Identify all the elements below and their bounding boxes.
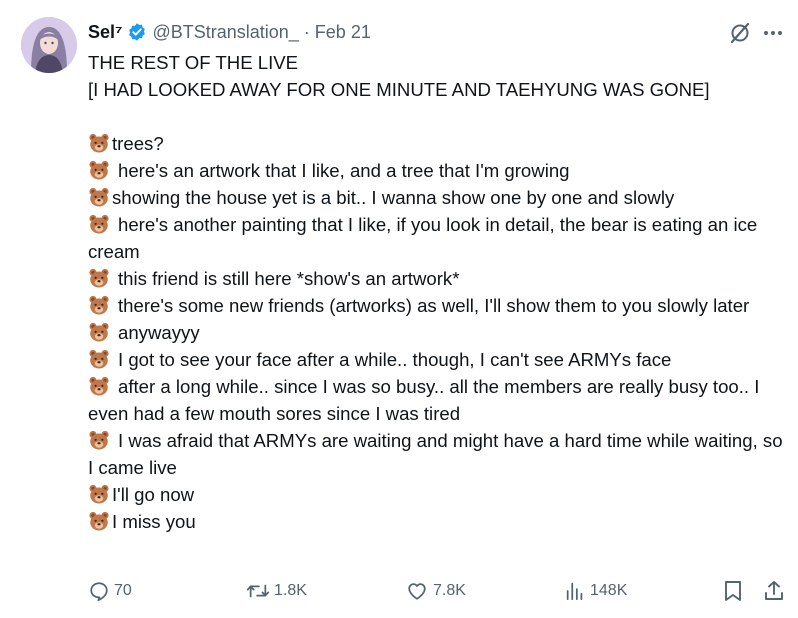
like-icon xyxy=(408,583,426,600)
avatar[interactable] xyxy=(21,17,77,73)
bear-emoji-icon xyxy=(88,510,110,532)
author-handle[interactable]: @BTStranslation_ xyxy=(152,22,298,43)
retweet-count: 1.8K xyxy=(274,582,307,599)
tweet: Sel⁷ @BTStranslation_ · Feb 21 THE REST … xyxy=(0,0,798,618)
share-button[interactable] xyxy=(763,576,789,606)
reply-count: 70 xyxy=(114,582,132,599)
bear-emoji-icon xyxy=(88,429,110,451)
list-item: after a long while.. since I was so busy… xyxy=(88,375,760,424)
bear-emoji-icon xyxy=(88,267,110,289)
tweet-actions: 70 1.8K 7.8K 148K xyxy=(88,576,788,606)
bear-emoji-icon xyxy=(88,348,110,370)
tweet-heading: THE REST OF THE LIVE xyxy=(88,52,299,73)
bookmark-icon xyxy=(725,581,741,601)
list-item: showing the house yet is a bit.. I wanna… xyxy=(88,184,788,211)
list-item: I got to see your face after a while.. t… xyxy=(88,346,788,373)
retweet-button[interactable]: 1.8K xyxy=(246,576,307,606)
bear-emoji-icon xyxy=(88,186,110,208)
list-item: anywayyy xyxy=(88,319,788,346)
list-item: I miss you xyxy=(88,508,788,535)
tweet-text: THE REST OF THE LIVE [I HAD LOOKED AWAY … xyxy=(88,49,788,535)
tweet-header: Sel⁷ @BTStranslation_ · Feb 21 xyxy=(88,19,371,45)
bookmark-button[interactable] xyxy=(722,576,748,606)
separator-dot: · xyxy=(303,21,310,42)
bear-emoji-icon xyxy=(88,213,110,235)
reply-icon xyxy=(90,582,108,602)
like-count: 7.8K xyxy=(433,582,466,599)
bear-emoji-icon xyxy=(88,321,110,343)
list-item: there's some new friends (artworks) as w… xyxy=(88,292,788,319)
list-item: this friend is still here *show's an art… xyxy=(88,265,788,292)
tweet-date[interactable]: Feb 21 xyxy=(315,22,371,43)
list-item: I was afraid that ARMYs are waiting and … xyxy=(88,429,783,478)
bear-emoji-icon xyxy=(88,483,110,505)
grok-icon[interactable] xyxy=(728,21,752,45)
like-button[interactable]: 7.8K xyxy=(405,576,466,606)
reply-button[interactable]: 70 xyxy=(88,576,132,606)
tweet-subheading: [I HAD LOOKED AWAY FOR ONE MINUTE AND TA… xyxy=(88,79,710,100)
bear-emoji-icon xyxy=(88,294,110,316)
bear-emoji-icon xyxy=(88,159,110,181)
bear-emoji-icon xyxy=(88,132,110,154)
list-item: trees? xyxy=(88,130,788,157)
views-icon xyxy=(566,582,583,601)
bear-emoji-icon xyxy=(88,375,110,397)
more-options-icon[interactable] xyxy=(761,24,785,42)
retweet-icon xyxy=(246,584,270,598)
list-item: here's another painting that I like, if … xyxy=(88,213,758,262)
list-item: I'll go now xyxy=(88,481,788,508)
author-name[interactable]: Sel⁷ xyxy=(88,22,122,43)
share-icon xyxy=(765,581,783,600)
verified-badge-icon xyxy=(127,22,147,42)
views-count: 148K xyxy=(590,582,628,599)
views-button[interactable]: 148K xyxy=(564,576,627,606)
list-item: here's an artwork that I like, and a tre… xyxy=(88,157,788,184)
